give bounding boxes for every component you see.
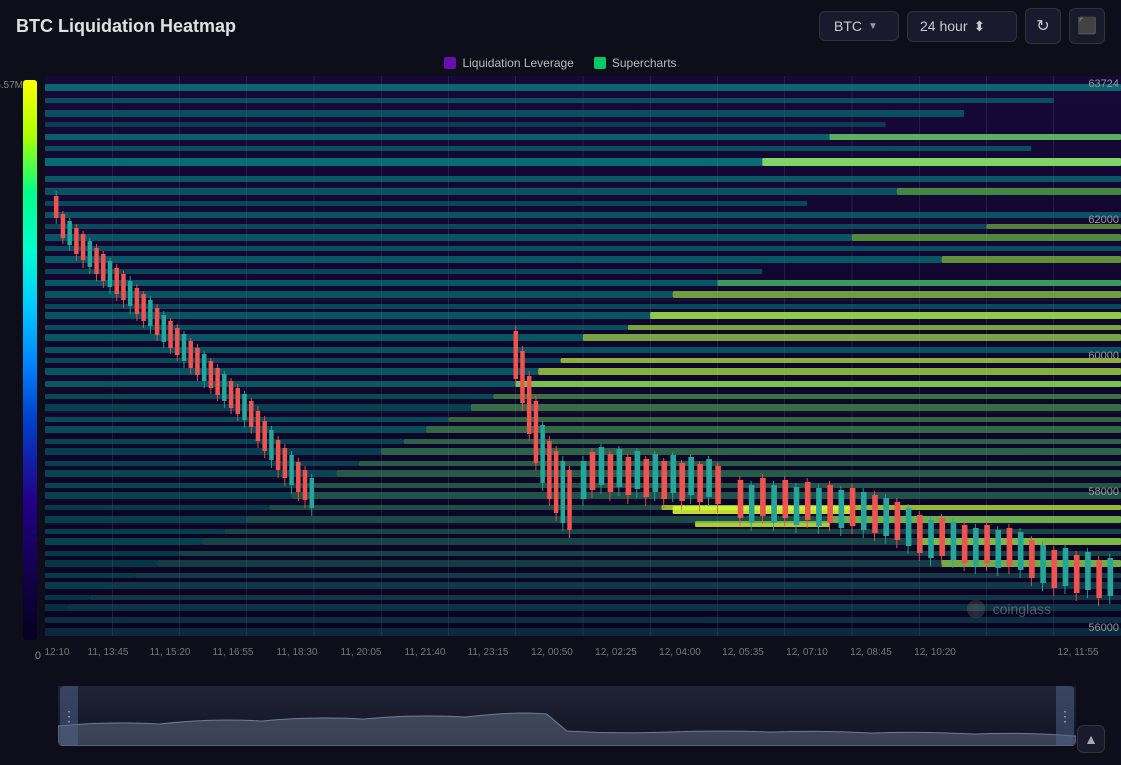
minimap-handle-left[interactable]: ⋮	[60, 686, 78, 746]
controls: BTC ▼ 24 hour ⬍ ↻ ⬛	[819, 8, 1105, 44]
page-title: BTC Liquidation Heatmap	[16, 16, 819, 37]
liquidation-label: Liquidation Leverage	[462, 56, 573, 70]
x-label-15: 12, 11:55	[1058, 647, 1099, 658]
price-label-62000: 62000	[1088, 214, 1119, 226]
x-label-14: 12, 10:20	[914, 647, 956, 658]
color-scale-bar: 45.57M 0	[0, 76, 45, 686]
x-label-7: 11, 23:15	[468, 647, 509, 658]
x-label-0: 11, 12:10	[45, 647, 69, 658]
minimap-handle-right[interactable]: ⋮	[1056, 686, 1074, 746]
scale-max-label: 45.57M	[0, 80, 23, 91]
coinglass-text: coinglass	[993, 601, 1051, 617]
x-label-11: 12, 05:35	[722, 647, 764, 658]
screenshot-button[interactable]: ⬛	[1069, 8, 1105, 44]
heatmap-canvas: coinglass 63724 62000 60000 58000 56000	[45, 76, 1121, 636]
x-label-10: 12, 04:00	[659, 647, 701, 658]
legend-liquidation: Liquidation Leverage	[444, 56, 573, 70]
legend-supercharts: Supercharts	[594, 56, 677, 70]
minimap-chart	[58, 686, 1076, 746]
x-label-4: 11, 18:30	[277, 647, 318, 658]
x-axis: 11, 12:10 11, 13:45 11, 15:20 11, 16:55 …	[45, 636, 1121, 668]
price-label-60000: 60000	[1088, 350, 1119, 362]
x-label-2: 11, 15:20	[150, 647, 191, 658]
liquidation-dot	[444, 57, 456, 69]
price-label-63724: 63724	[1088, 78, 1119, 90]
time-selector[interactable]: 24 hour ⬍	[907, 11, 1017, 42]
scroll-up-button[interactable]: ▲	[1077, 725, 1105, 753]
handle-left-icon: ⋮	[62, 709, 76, 723]
heatmap-svg	[45, 76, 1121, 636]
price-label-58000: 58000	[1088, 486, 1119, 498]
x-label-5: 11, 20:05	[341, 647, 382, 658]
x-label-1: 11, 13:45	[88, 647, 129, 658]
minimap: ⋮ ⋮	[58, 686, 1076, 746]
btc-selector[interactable]: BTC ▼	[819, 11, 899, 41]
supercharts-dot	[594, 57, 606, 69]
refresh-icon: ↻	[1036, 16, 1049, 36]
btc-chevron-icon: ▼	[868, 21, 878, 32]
coinglass-logo: coinglass	[965, 598, 1051, 620]
handle-right-icon: ⋮	[1058, 709, 1072, 723]
refresh-button[interactable]: ↻	[1025, 8, 1061, 44]
price-label-56000: 56000	[1088, 622, 1119, 634]
x-label-6: 11, 21:40	[405, 647, 446, 658]
x-label-3: 11, 16:55	[213, 647, 254, 658]
header: BTC Liquidation Heatmap BTC ▼ 24 hour ⬍ …	[0, 0, 1121, 52]
time-chevron-icon: ⬍	[973, 18, 985, 35]
supercharts-label: Supercharts	[612, 56, 677, 70]
scale-zero-label: 0	[35, 650, 41, 662]
camera-icon: ⬛	[1077, 16, 1097, 36]
coinglass-icon	[965, 598, 987, 620]
x-label-13: 12, 08:45	[850, 647, 892, 658]
x-label-8: 12, 00:50	[531, 647, 573, 658]
x-label-9: 12, 02:25	[595, 647, 637, 658]
chart-area: 45.57M 0	[0, 76, 1121, 686]
x-label-12: 12, 07:10	[786, 647, 828, 658]
color-scale	[23, 80, 37, 640]
legend: Liquidation Leverage Supercharts	[0, 52, 1121, 76]
